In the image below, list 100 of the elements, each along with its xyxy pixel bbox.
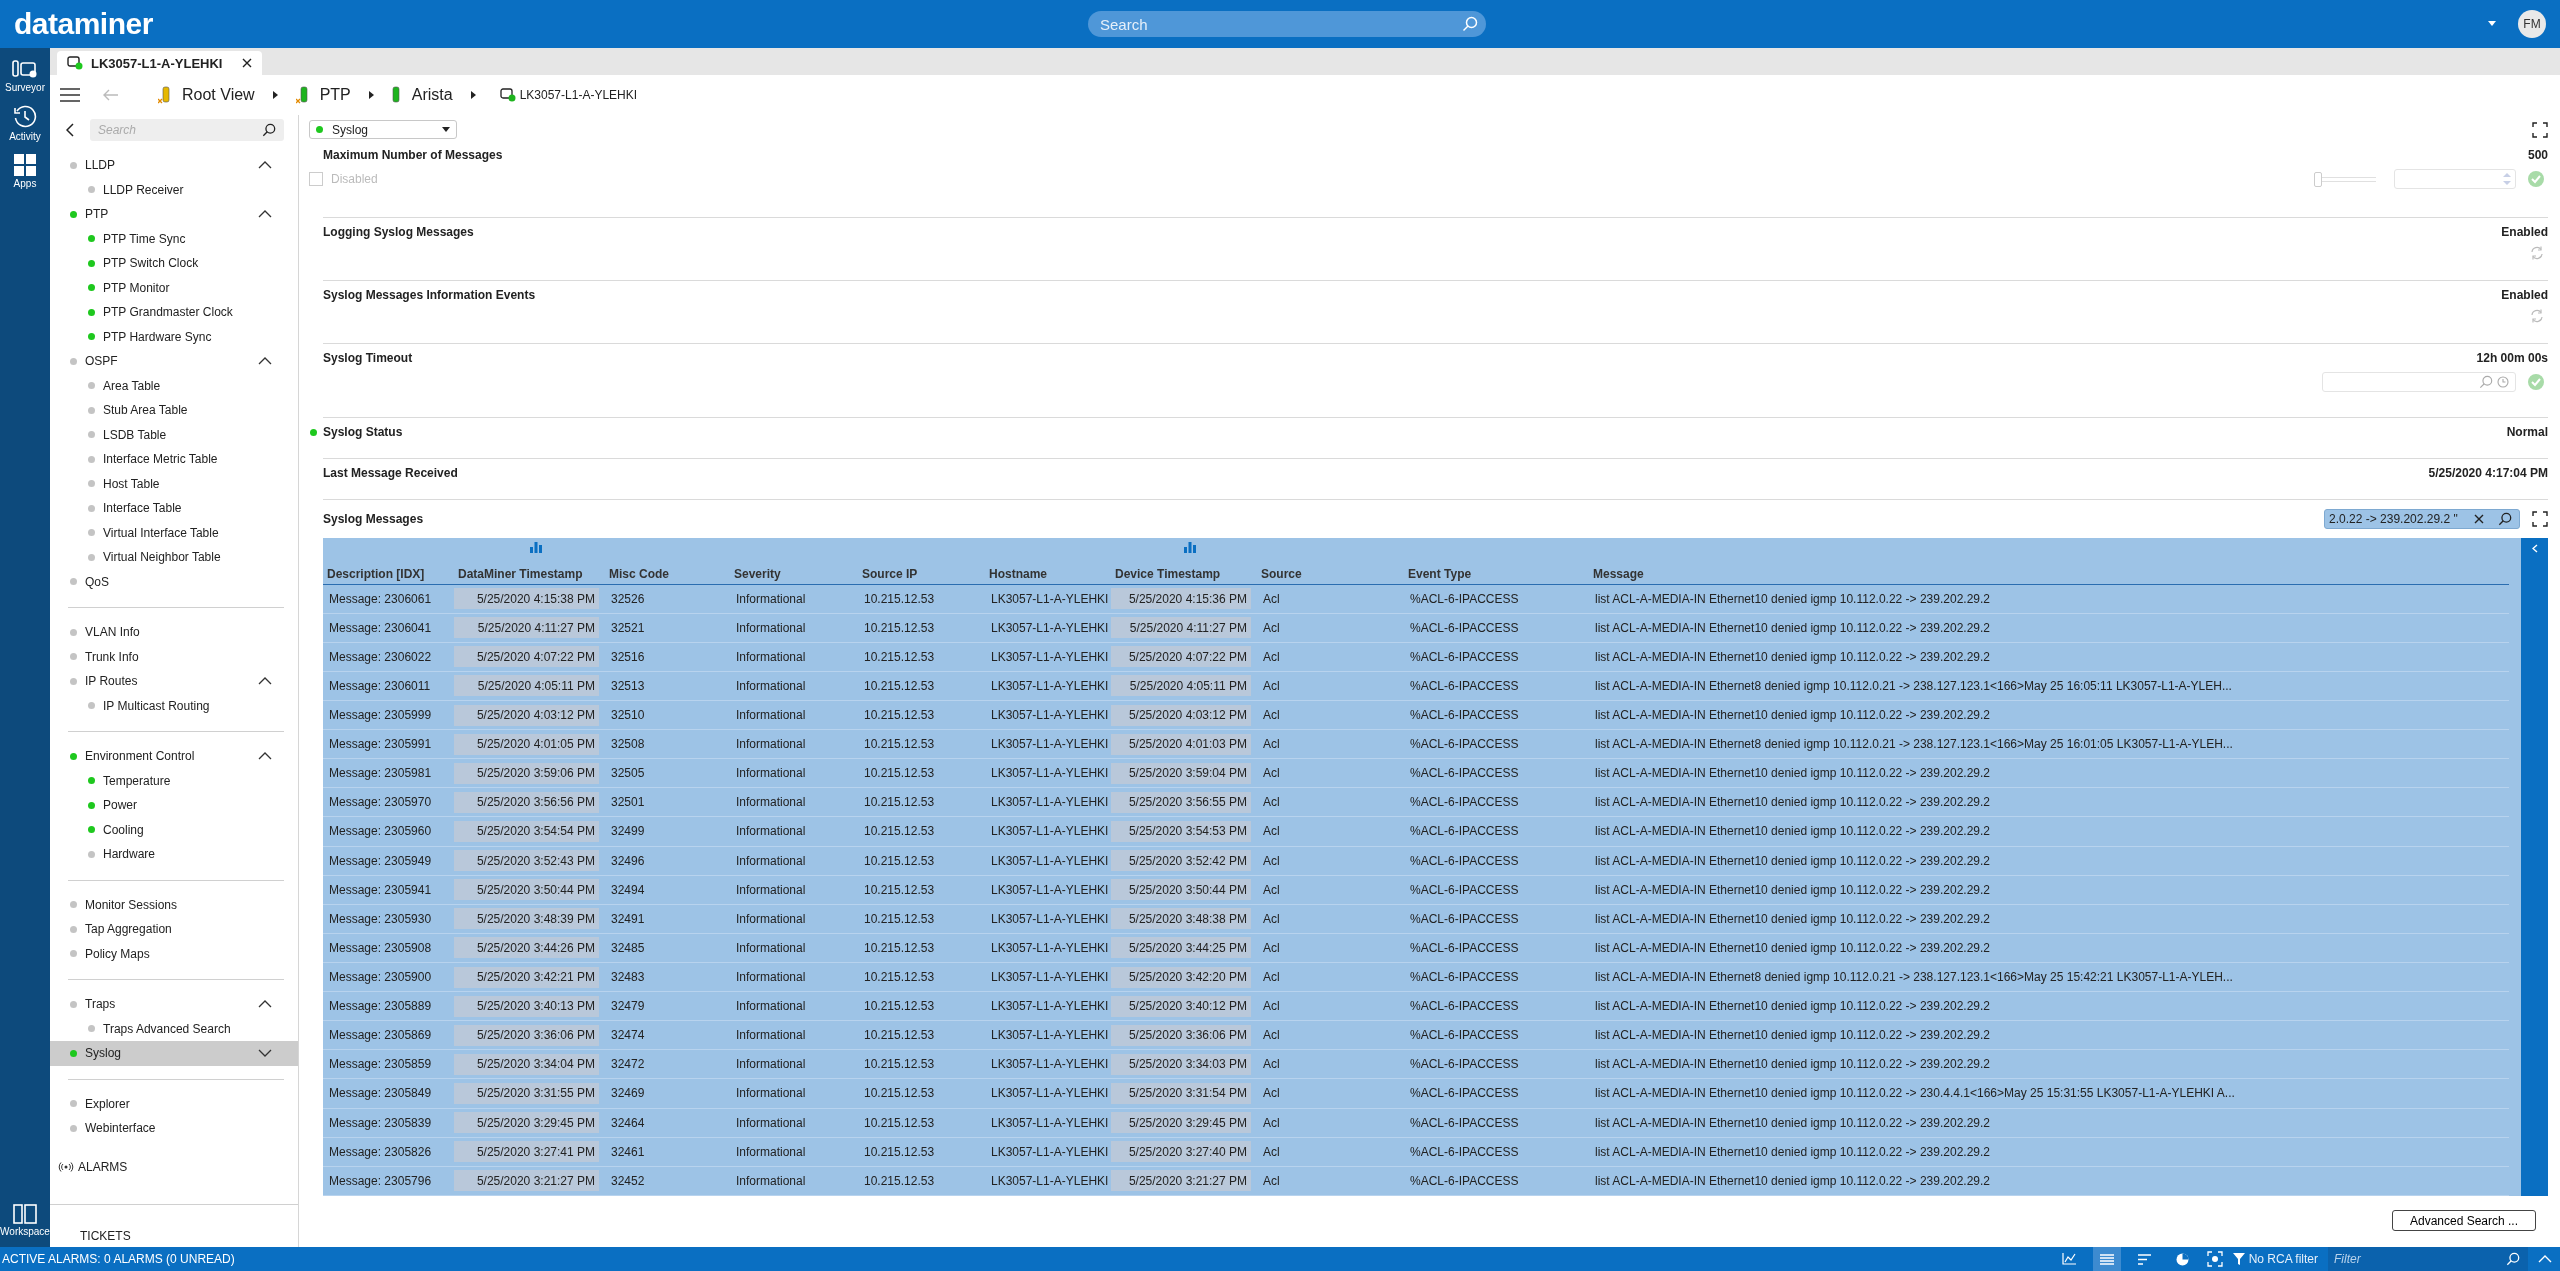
tree-item[interactable]: Temperature — [50, 768, 298, 793]
tree-item[interactable]: Monitor Sessions — [50, 892, 298, 917]
alarms-link[interactable]: ALARMS — [58, 1153, 298, 1180]
column-header[interactable]: Misc Code — [609, 566, 726, 581]
tree-item[interactable]: PTP Monitor — [50, 275, 298, 300]
table-cell-text: Informational — [735, 853, 807, 868]
table-cell: 5/25/2020 3:54:53 PM — [1111, 821, 1251, 842]
breadcrumb-link[interactable]: Arista — [387, 86, 457, 104]
tree-item[interactable]: LSDB Table — [50, 422, 298, 447]
tree-item[interactable]: QoS — [50, 569, 298, 594]
chevron-icon[interactable] — [258, 210, 272, 219]
tree-item[interactable]: PTP Time Sync — [50, 226, 298, 251]
chevron-icon[interactable] — [258, 752, 272, 761]
tree-item[interactable]: Interface Table — [50, 496, 298, 521]
breadcrumb-link[interactable]: Root View — [154, 86, 259, 104]
advanced-search-button[interactable]: Advanced Search ... — [2392, 1210, 2536, 1231]
tree-item[interactable]: Virtual Neighbor Table — [50, 545, 298, 570]
tree-item[interactable]: Interface Metric Table — [50, 447, 298, 472]
apps-icon — [14, 154, 36, 176]
tree-item[interactable]: Environment Control — [50, 744, 298, 769]
tree-item[interactable]: Tap Aggregation — [50, 917, 298, 942]
tree-item[interactable]: Host Table — [50, 471, 298, 496]
clear-icon[interactable] — [2474, 514, 2484, 524]
column-header[interactable]: Event Type — [1408, 566, 1585, 581]
search-icon[interactable] — [262, 123, 276, 137]
table-cell: 5/25/2020 3:27:40 PM — [1111, 1141, 1251, 1163]
chevron-icon[interactable] — [258, 161, 272, 170]
column-header[interactable]: Hostname — [989, 566, 1107, 581]
tree-item[interactable]: IP Multicast Routing — [50, 693, 298, 718]
tree-item[interactable]: Explorer — [50, 1091, 298, 1116]
chevron-icon[interactable] — [258, 357, 272, 366]
column-header[interactable]: Severity — [734, 566, 854, 581]
table-cell-text: Acl — [1262, 1173, 1281, 1188]
tree-item[interactable]: Webinterface — [50, 1116, 298, 1141]
tree-item[interactable]: Policy Maps — [50, 941, 298, 966]
table-cell-text: 32496 — [610, 853, 646, 868]
search-field[interactable]: Search — [1088, 11, 1486, 37]
tree-item[interactable]: PTP — [50, 202, 298, 227]
fullscreen-icon[interactable] — [2532, 121, 2548, 138]
tree-item[interactable]: Syslog — [50, 1041, 298, 1066]
menu-icon[interactable] — [60, 88, 80, 102]
tree-item[interactable]: OSPF — [50, 349, 298, 374]
tree-item[interactable]: Cooling — [50, 817, 298, 842]
side-panel-toggle[interactable] — [2521, 538, 2548, 1196]
fullscreen-icon[interactable] — [2532, 511, 2548, 527]
chevron-icon[interactable] — [258, 1000, 272, 1009]
column-header[interactable]: DataMiner Timestamp — [458, 566, 601, 581]
column-header[interactable]: Message — [1593, 566, 2505, 581]
search-icon[interactable] — [2506, 1252, 2520, 1266]
rca-filter[interactable]: No RCA filter — [2232, 1252, 2318, 1266]
tree-item[interactable]: Hardware — [50, 842, 298, 867]
element-tab[interactable]: LK3057-L1-A-YLEHKI — [57, 51, 263, 75]
table-cell-text: LK3057-L1-A-YLEHKI — [990, 620, 1110, 635]
column-header[interactable]: Device Timestamp — [1115, 566, 1253, 581]
tree-item[interactable]: PTP Grandmaster Clock — [50, 300, 298, 325]
tree-item[interactable]: LLDP Receiver — [50, 177, 298, 202]
user-avatar[interactable]: FM — [2518, 10, 2546, 38]
page-dropdown[interactable]: Syslog — [309, 120, 457, 139]
number-field[interactable] — [2394, 169, 2516, 189]
tree-item[interactable]: LLDP — [50, 153, 298, 178]
table-cell-text: Message: 2305849 — [328, 1086, 433, 1101]
tree-item[interactable]: Virtual Interface Table — [50, 520, 298, 545]
chevron-icon[interactable] — [258, 1049, 272, 1058]
close-icon[interactable] — [242, 58, 253, 68]
chevron-icon[interactable] — [258, 677, 272, 686]
tree-item[interactable]: Trunk Info — [50, 644, 298, 669]
view-button[interactable] — [2092, 1247, 2121, 1271]
collapse-icon[interactable] — [66, 123, 74, 137]
caret-icon[interactable] — [2488, 21, 2496, 27]
search-icon[interactable] — [2498, 512, 2512, 526]
bar-chart-icon[interactable] — [1184, 542, 1196, 553]
rail-button[interactable]: Workspace — [0, 1202, 50, 1239]
breadcrumb-link[interactable]: PTP — [291, 86, 355, 104]
focus-icon[interactable] — [2206, 1251, 2223, 1267]
rail-button[interactable]: Activity — [0, 103, 50, 144]
column-header[interactable]: Source IP — [862, 566, 981, 581]
breadcrumb-link[interactable]: LK3057-L1-A-YLEHKI — [495, 88, 642, 102]
column-header[interactable]: Source — [1261, 566, 1400, 581]
tree-item[interactable]: VLAN Info — [50, 620, 298, 645]
tree-item[interactable]: Traps Advanced Search — [50, 1016, 298, 1041]
rail-button[interactable]: Surveyor — [0, 56, 50, 95]
table-cell-text: Message: 2305908 — [328, 940, 433, 955]
bar-chart-icon[interactable] — [529, 542, 542, 553]
tree-item[interactable]: Stub Area Table — [50, 398, 298, 423]
column-header[interactable]: Description [IDX] — [327, 566, 450, 581]
search-field[interactable]: Search — [90, 119, 284, 141]
tree-item[interactable]: Traps — [50, 992, 298, 1017]
filter-field[interactable]: Filter — [2328, 1247, 2528, 1271]
tree-item[interactable]: PTP Hardware Sync — [50, 324, 298, 349]
table-cell-text: list ACL-A-MEDIA-IN Ethernet10 denied igmp 10.112.0.22 -> 239.202.29.2 — [1594, 591, 1991, 606]
tree-item[interactable]: Area Table — [50, 373, 298, 398]
expand-icon[interactable] — [2538, 1255, 2552, 1263]
filter-field[interactable]: 2.0.22 -> 239.202.29.2 " — [2324, 509, 2520, 529]
tree-item[interactable]: PTP Switch Clock — [50, 251, 298, 276]
rail-button[interactable]: Apps — [0, 152, 50, 191]
table-cell-text: Acl — [1262, 795, 1281, 810]
table-cell-text: LK3057-L1-A-YLEHKI — [990, 882, 1110, 897]
tree-item[interactable]: Power — [50, 793, 298, 818]
tree-item[interactable]: IP Routes — [50, 669, 298, 694]
table-cell-text: 32513 — [610, 678, 646, 693]
